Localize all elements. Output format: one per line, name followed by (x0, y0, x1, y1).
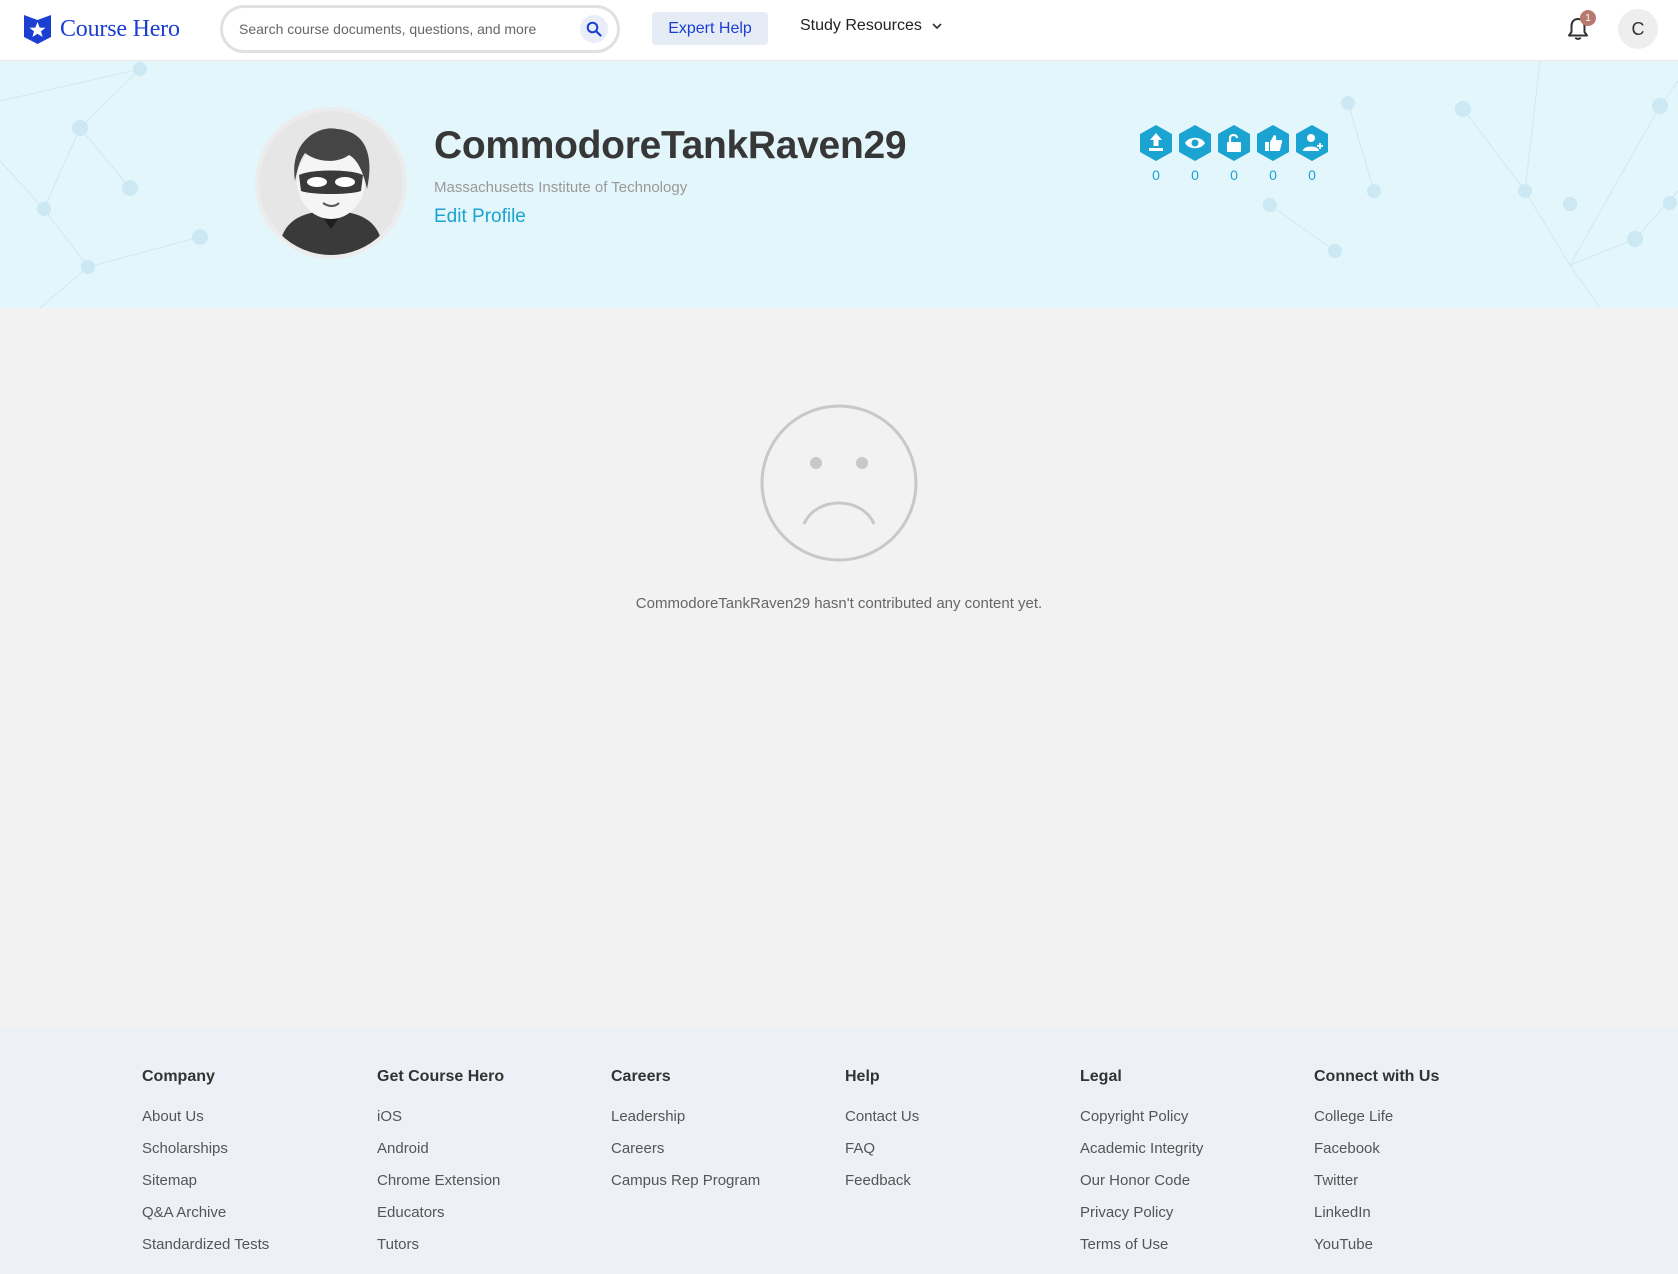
notification-badge: 1 (1580, 10, 1596, 26)
course-hero-logo[interactable]: Course Hero (22, 13, 180, 45)
footer-link[interactable]: Android (377, 1140, 504, 1159)
stat-value: 0 (1308, 167, 1316, 183)
footer-column-title: Company (142, 1068, 215, 1085)
footer-link[interactable]: College Life (1314, 1108, 1439, 1127)
notifications-button[interactable]: 1 (1566, 10, 1596, 44)
footer-link[interactable]: Chrome Extension (377, 1172, 504, 1191)
network-background-decoration (0, 61, 1678, 308)
footer-link[interactable]: Educators (377, 1204, 504, 1223)
footer-link[interactable]: Twitter (1314, 1172, 1439, 1191)
footer-link[interactable]: Academic Integrity (1080, 1140, 1203, 1159)
profile-avatar[interactable] (255, 107, 407, 259)
footer-link[interactable]: About Us (142, 1108, 269, 1127)
footer-link[interactable]: iOS (377, 1108, 504, 1127)
sad-face-icon (760, 404, 918, 562)
footer-column-careers: Careers Leadership Careers Campus Rep Pr… (611, 1068, 760, 1204)
profile-username: CommodoreTankRaven29 (434, 124, 907, 167)
footer-link[interactable]: Facebook (1314, 1140, 1439, 1159)
stat-value: 0 (1230, 167, 1238, 183)
stat-followers[interactable]: 0 (1295, 124, 1329, 183)
footer-link[interactable]: Sitemap (142, 1172, 269, 1191)
footer-link[interactable]: LinkedIn (1314, 1204, 1439, 1223)
thumbs-up-icon (1257, 125, 1289, 161)
footer-column-title: Connect with Us (1314, 1068, 1440, 1085)
footer-column-title: Careers (611, 1068, 671, 1085)
footer-link[interactable]: Leadership (611, 1108, 760, 1127)
unlock-icon (1218, 125, 1250, 161)
course-hero-shield-icon (24, 15, 51, 44)
footer-link[interactable]: Privacy Policy (1080, 1204, 1203, 1223)
footer-link[interactable]: Campus Rep Program (611, 1172, 760, 1191)
user-add-icon (1296, 125, 1328, 161)
search-input[interactable] (239, 18, 559, 40)
footer-column-title: Help (845, 1068, 880, 1085)
study-resources-label: Study Resources (800, 17, 922, 34)
stat-uploads[interactable]: 0 (1139, 124, 1173, 183)
footer-column-get-course-hero: Get Course Hero iOS Android Chrome Exten… (377, 1068, 504, 1268)
footer-link[interactable]: YouTube (1314, 1236, 1439, 1255)
footer-column-title: Get Course Hero (377, 1068, 505, 1085)
stat-value: 0 (1152, 167, 1160, 183)
footer-link[interactable]: Tutors (377, 1236, 504, 1255)
footer-link[interactable]: Scholarships (142, 1140, 269, 1159)
empty-content-message: CommodoreTankRaven29 hasn't contributed … (635, 595, 1043, 612)
footer-link[interactable]: Contact Us (845, 1108, 919, 1127)
search-button[interactable] (580, 15, 608, 43)
footer-column-connect: Connect with Us College Life Facebook Tw… (1314, 1068, 1439, 1268)
top-navbar: Course Hero Expert Help Study Resources … (0, 0, 1678, 61)
footer-column-legal: Legal Copyright Policy Academic Integrit… (1080, 1068, 1203, 1268)
stat-likes[interactable]: 0 (1256, 124, 1290, 183)
footer-column-help: Help Contact Us FAQ Feedback (845, 1068, 919, 1204)
stat-views[interactable]: 0 (1178, 124, 1212, 183)
search-icon (586, 21, 602, 37)
study-resources-menu[interactable]: Study Resources (800, 17, 942, 35)
masked-hero-avatar-icon (259, 111, 403, 255)
footer-link[interactable]: Q&A Archive (142, 1204, 269, 1223)
footer-link[interactable]: Standardized Tests (142, 1236, 269, 1255)
chevron-down-icon (932, 22, 942, 30)
expert-help-button[interactable]: Expert Help (652, 12, 768, 45)
user-menu-avatar[interactable]: C (1618, 9, 1658, 49)
logo-text: Course Hero (60, 15, 180, 42)
footer-link[interactable]: Copyright Policy (1080, 1108, 1203, 1127)
footer-link[interactable]: Our Honor Code (1080, 1172, 1203, 1191)
search-bar (220, 5, 620, 53)
profile-banner: CommodoreTankRaven29 Massachusetts Insti… (0, 61, 1678, 308)
profile-stats: 0 0 0 0 0 (1139, 124, 1329, 183)
footer-link[interactable]: Careers (611, 1140, 760, 1159)
upload-icon (1140, 125, 1172, 161)
footer-column-title: Legal (1080, 1068, 1122, 1085)
footer-link[interactable]: Terms of Use (1080, 1236, 1203, 1255)
footer-column-company: Company About Us Scholarships Sitemap Q&… (142, 1068, 269, 1268)
site-footer: Company About Us Scholarships Sitemap Q&… (0, 1028, 1678, 1274)
edit-profile-link[interactable]: Edit Profile (434, 206, 526, 228)
stat-unlocks[interactable]: 0 (1217, 124, 1251, 183)
profile-school: Massachusetts Institute of Technology (434, 179, 688, 196)
stat-value: 0 (1269, 167, 1277, 183)
footer-link[interactable]: FAQ (845, 1140, 919, 1159)
footer-link[interactable]: Feedback (845, 1172, 919, 1191)
stat-value: 0 (1191, 167, 1199, 183)
eye-icon (1179, 125, 1211, 161)
